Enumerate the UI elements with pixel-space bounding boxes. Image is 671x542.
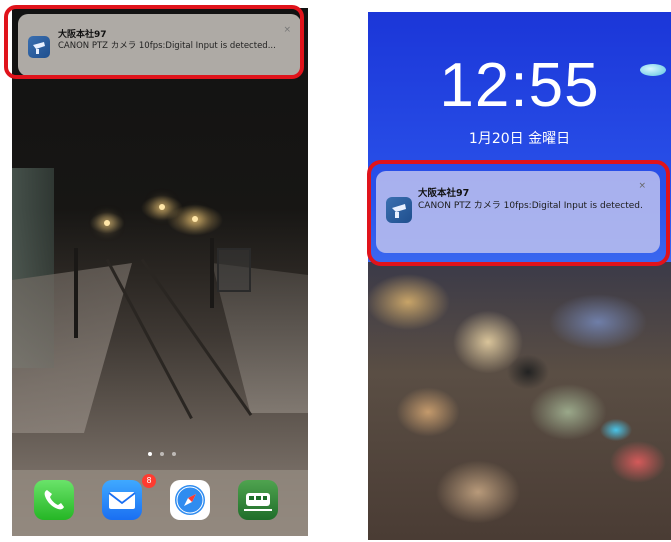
page-dot[interactable]	[160, 452, 164, 456]
mail-icon	[108, 492, 136, 509]
page-indicator[interactable]	[148, 452, 176, 456]
train-app[interactable]	[238, 480, 278, 520]
lock-screen: 12:55 1月20日 金曜日 大阪本社97 CANON PTZ カメラ 10f…	[368, 12, 671, 540]
page-dot[interactable]	[148, 452, 152, 456]
highlight-box	[367, 160, 670, 266]
fence-post	[74, 248, 78, 338]
fence-post	[210, 238, 214, 308]
rail-line	[105, 258, 193, 420]
lock-date: 1月20日 金曜日	[468, 131, 571, 147]
safari-app[interactable]	[170, 480, 210, 520]
highlight-box	[4, 5, 304, 79]
phone-app[interactable]	[34, 480, 74, 520]
page-dot[interactable]	[172, 452, 176, 456]
street-lamp	[192, 216, 198, 222]
platform-snow	[12, 263, 132, 433]
phone-icon	[44, 490, 64, 510]
station-sign	[217, 248, 251, 292]
street-lamp	[104, 220, 110, 226]
train-icon	[244, 493, 272, 511]
coral-reef-wallpaper	[368, 262, 671, 540]
mail-app[interactable]	[102, 480, 142, 520]
home-screen: 大阪本社97 CANON PTZ カメラ 10fps:Digital Input…	[12, 8, 308, 536]
lock-time: 12:55	[439, 51, 600, 120]
compass-icon	[175, 485, 205, 515]
street-lamp	[159, 204, 165, 210]
